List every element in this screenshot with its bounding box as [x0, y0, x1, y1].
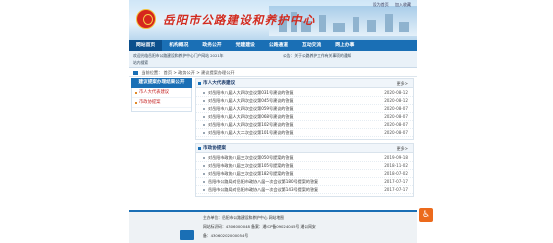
- panel-npc-suggestions: 市人大代表建议 更多> 对岳阳市八届人大四次会议第031号建议的答复 2020-0…: [195, 78, 414, 140]
- notice-text[interactable]: 公告：关于公路养护工作有关事项的通知: [283, 53, 351, 59]
- banner: 岳阳市公路建设和养护中心 设为首页 加入收藏: [129, 0, 417, 40]
- list-item[interactable]: 对岳阳市八届人大二次会议第101号建议的答复 2020-08-07: [196, 129, 413, 137]
- panel-title: 市政协提案: [198, 146, 226, 151]
- list-item[interactable]: 对岳阳市八届人大四次会议第031号建议的答复 2020-08-12: [196, 89, 413, 97]
- footer-police-record: 备：43060202000054号: [203, 233, 249, 238]
- main-nav: 网站首页 机构概况 政务公开 党建建设 公路通道 互动交流 网上办事: [129, 40, 417, 51]
- nav-item-roads[interactable]: 公路通道: [262, 40, 295, 51]
- list-item[interactable]: 对岳阳市八届人大四次会议第102号建议的答复 2020-08-07: [196, 121, 413, 129]
- sidebar-item-cppcc-proposals[interactable]: 市政协提案: [132, 98, 191, 108]
- page: 岳阳市公路建设和养护中心 设为首页 加入收藏 网站首页 机构概况 政务公开 党建…: [129, 0, 417, 243]
- list-item[interactable]: 对岳阳市八届人大四次会议第068号建议的答复 2020-08-07: [196, 113, 413, 121]
- breadcrumb: 当前位置： 首页 > 政务公开 > 建议提案办理公开: [129, 68, 417, 77]
- gov-badge-icon[interactable]: [180, 230, 194, 240]
- nav-item-about[interactable]: 机构概况: [162, 40, 195, 51]
- site-title: 岳阳市公路建设和养护中心: [163, 13, 316, 27]
- info-bar: 欢迎光临岳阳市公路建设和养护中心门户网站 2021年 站内搜索 公告：关于公路养…: [129, 51, 417, 68]
- sidebar-title: 建议提案办理结果公开: [131, 78, 192, 88]
- footer: 主办单位：岳阳市公路建设和养护中心 网站地图 网站标识码：4306000048 …: [129, 210, 417, 243]
- welcome-text: 欢迎光临岳阳市公路建设和养护中心门户网站 2021年: [133, 53, 224, 58]
- add-favorite-link[interactable]: 加入收藏: [395, 2, 411, 7]
- nav-item-gov-info[interactable]: 政务公开: [195, 40, 228, 51]
- nav-item-interaction[interactable]: 互动交流: [295, 40, 328, 51]
- list-item[interactable]: 岳阳市公路局对岳阳市政协八届一次会议第143号提案的答复 2017-07-17: [196, 186, 413, 194]
- home-icon: [133, 71, 138, 75]
- list-item[interactable]: 对岳阳市八届人大四次会议第059号建议的答复 2020-08-07: [196, 105, 413, 113]
- more-link[interactable]: 更多>: [397, 144, 408, 153]
- nav-item-home[interactable]: 网站首页: [129, 40, 163, 51]
- panel-title: 市人大代表建议: [197, 81, 236, 86]
- list-item[interactable]: 岳阳市公路局对岳阳市政协八届一次会议第180号提案的答复 2017-07-17: [196, 178, 413, 186]
- more-link[interactable]: 更多>: [397, 79, 408, 88]
- accessibility-icon[interactable]: ♿: [419, 208, 433, 222]
- list-item[interactable]: 对岳阳市八届人大四次会议第045号建议的答复 2020-08-12: [196, 97, 413, 105]
- list-item[interactable]: 对岳阳市政协八届三次会议第050号提案的答复 2019-09-18: [196, 154, 413, 162]
- nav-item-online-service[interactable]: 网上办事: [328, 40, 361, 51]
- footer-ids: 网站标识码：4306000048 备案：湘ICP备09024045号 湘公网安: [203, 224, 316, 229]
- panel-cppcc-proposals: 市政协提案 更多> 对岳阳市政协八届三次会议第050号提案的答复 2019-09-…: [195, 143, 414, 197]
- footer-sponsor: 主办单位：岳阳市公路建设和养护中心 网站地图: [203, 215, 284, 220]
- breadcrumb-prefix: 当前位置：: [141, 70, 163, 75]
- breadcrumb-path[interactable]: 首页 > 政务公开 > 建议提案办理公开: [164, 70, 235, 75]
- set-homepage-link[interactable]: 设为首页: [373, 2, 389, 7]
- sidebar-item-npc-suggestions[interactable]: 市人大代表建议: [132, 88, 191, 98]
- list-item[interactable]: 对岳阳市政协八届三次会议第105号提案的答复 2018-11-02: [196, 162, 413, 170]
- nav-item-party[interactable]: 党建建设: [229, 40, 262, 51]
- list-item[interactable]: 对岳阳市政协八届三次会议第182号提案的答复 2018-07-02: [196, 170, 413, 178]
- emblem-logo: [136, 9, 156, 29]
- main-content: 市人大代表建议 更多> 对岳阳市八届人大四次会议第031号建议的答复 2020-0…: [195, 78, 414, 200]
- site-search-label[interactable]: 站内搜索: [133, 60, 148, 66]
- top-links: 设为首页 加入收藏: [368, 2, 411, 8]
- sidebar: 建议提案办理结果公开 市人大代表建议 市政协提案: [131, 78, 192, 112]
